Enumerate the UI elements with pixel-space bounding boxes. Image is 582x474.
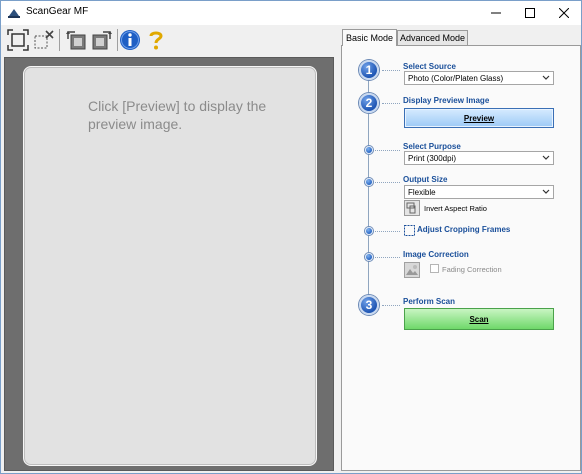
invert-aspect-icon — [404, 200, 420, 216]
remove-crop-icon — [34, 30, 54, 49]
preview-area[interactable]: Click [Preview] to display the preview i… — [4, 57, 334, 471]
preview-hint-text: Click [Preview] to display the preview i… — [88, 98, 267, 132]
select-purpose-label: Select Purpose — [403, 142, 461, 151]
step-dotted-connector — [375, 257, 400, 258]
minimize-icon — [491, 12, 501, 14]
title-bar: ScanGear MF — [1, 1, 581, 25]
scangear-window: ScanGear MF Click [Preview] to display t… — [0, 0, 582, 474]
chevron-down-icon — [542, 75, 550, 80]
toolbar-separator — [59, 29, 60, 51]
scan-button-label: Scan — [469, 314, 489, 324]
step-dotted-connector — [382, 103, 400, 104]
help-icon — [149, 31, 163, 50]
output-size-value: Flexible — [408, 187, 436, 197]
select-purpose-dropdown[interactable]: Print (300dpi) — [404, 151, 554, 165]
info-button[interactable] — [118, 28, 142, 52]
fading-correction-label: Fading Correction — [442, 265, 502, 274]
fading-correction-checkbox[interactable] — [430, 264, 439, 273]
auto-crop-button[interactable] — [6, 28, 30, 52]
step-dotted-connector — [375, 231, 400, 232]
step-dot — [365, 253, 373, 261]
preview-button-label: Preview — [463, 113, 495, 123]
maximize-icon — [525, 8, 535, 18]
window-title: ScanGear MF — [26, 6, 89, 17]
select-source-dropdown[interactable]: Photo (Color/Platen Glass) — [404, 71, 554, 85]
maximize-button[interactable] — [513, 1, 547, 25]
select-source-value: Photo (Color/Platen Glass) — [408, 73, 504, 83]
preview-button[interactable]: Preview — [404, 108, 554, 128]
tab-basic-mode[interactable]: Basic Mode — [342, 29, 397, 46]
rotate-left-button[interactable] — [64, 28, 88, 52]
photo-correction-icon — [404, 262, 420, 278]
perform-scan-label: Perform Scan — [403, 297, 456, 306]
basic-mode-panel: 1 Select Source Photo (Color/Platen Glas… — [341, 45, 581, 471]
step-dotted-connector — [375, 150, 400, 151]
step-3-badge: 3 — [359, 295, 379, 315]
step-2-badge: 2 — [359, 93, 379, 113]
rotate-right-button[interactable] — [90, 28, 114, 52]
minimize-button[interactable] — [479, 1, 513, 25]
help-button[interactable] — [144, 28, 168, 52]
step-dotted-connector — [382, 70, 400, 71]
crop-frame-icon — [404, 225, 415, 236]
auto-crop-icon — [7, 29, 29, 51]
step-dot — [365, 178, 373, 186]
remove-crop-button[interactable] — [32, 28, 56, 52]
close-icon — [559, 8, 569, 18]
step-dotted-connector — [375, 182, 400, 183]
select-purpose-value: Print (300dpi) — [408, 153, 457, 163]
preview-page[interactable]: Click [Preview] to display the preview i… — [23, 66, 317, 466]
rotate-left-icon — [66, 31, 86, 50]
step-dot — [365, 227, 373, 235]
chevron-down-icon — [542, 189, 550, 194]
image-correction-label: Image Correction — [403, 250, 469, 259]
step-dotted-connector — [382, 305, 400, 306]
display-preview-label: Display Preview Image — [403, 96, 490, 105]
step-1-badge: 1 — [359, 60, 379, 80]
invert-aspect-label: Invert Aspect Ratio — [424, 204, 487, 213]
select-source-label: Select Source — [403, 62, 456, 71]
invert-aspect-button[interactable] — [404, 200, 420, 216]
output-size-label: Output Size — [403, 175, 448, 184]
adjust-cropping-frames-link[interactable]: Adjust Cropping Frames — [417, 225, 510, 234]
scan-button[interactable]: Scan — [404, 308, 554, 330]
step-dot — [365, 146, 373, 154]
fading-correction-icon-box — [404, 262, 420, 278]
output-size-dropdown[interactable]: Flexible — [404, 185, 554, 199]
app-icon — [8, 9, 20, 18]
close-button[interactable] — [547, 1, 581, 25]
tab-advanced-mode[interactable]: Advanced Mode — [397, 30, 468, 45]
rotate-right-icon — [92, 31, 112, 50]
chevron-down-icon — [542, 155, 550, 160]
info-icon — [120, 30, 140, 50]
